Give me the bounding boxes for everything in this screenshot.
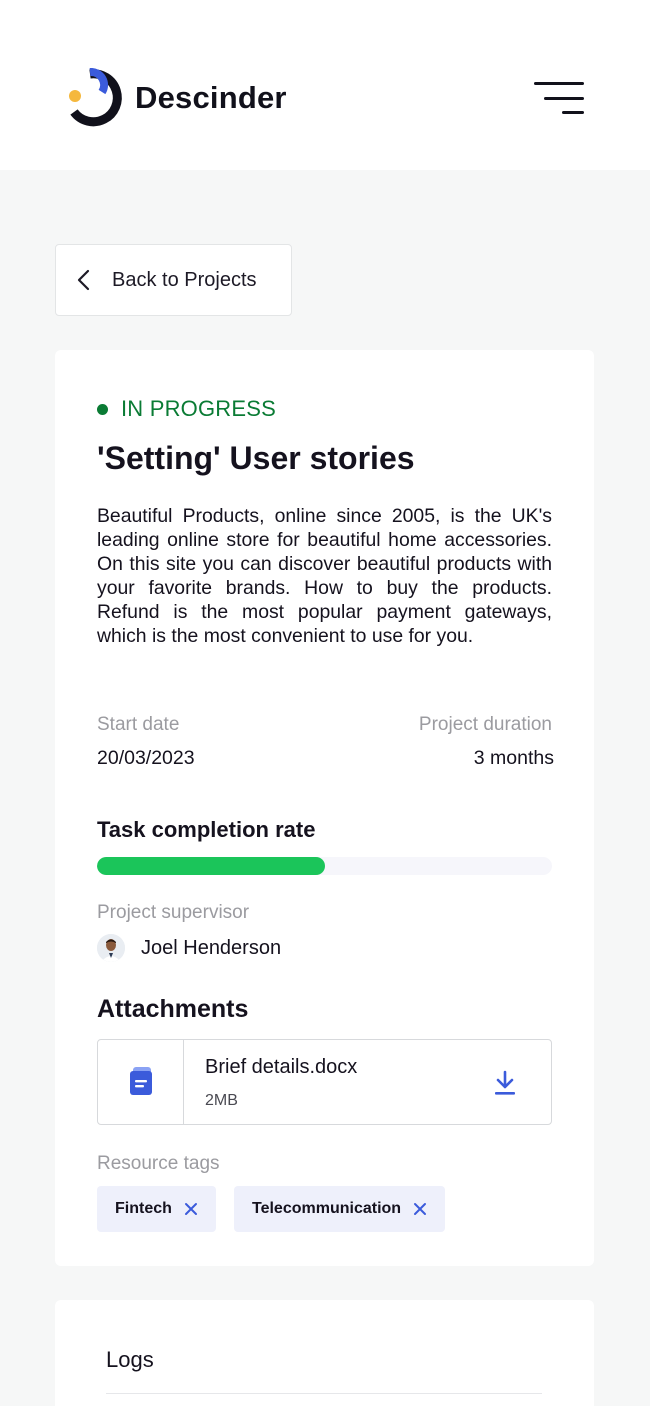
completion-progress-bar [97,857,552,875]
avatar [97,934,125,962]
chevron-left-icon [77,269,90,291]
back-label: Back to Projects [112,268,257,291]
status-badge: IN PROGRESS [97,396,276,422]
supervisor-name: Joel Henderson [141,936,282,959]
duration-value: 3 months [473,747,554,769]
tag-label: Telecommunication [252,1200,402,1217]
download-icon[interactable] [491,1069,519,1097]
close-icon[interactable] [184,1202,198,1216]
attachment-name: Brief details.docx [205,1056,358,1078]
completion-progress-fill [97,857,325,875]
project-title: 'Setting' User stories [97,440,415,476]
status-text: IN PROGRESS [121,396,277,421]
resource-tags-label: Resource tags [97,1153,220,1174]
divider [106,1393,542,1394]
attachment-item[interactable]: Brief details.docx 2MB [97,1039,552,1125]
descinder-logo-icon [69,68,122,127]
duration-label: Project duration [418,714,552,735]
logs-card: Logs [55,1300,594,1406]
attachment-size: 2MB [205,1092,238,1109]
brand-logo[interactable]: Descinder [68,68,287,128]
top-header: Descinder [0,0,650,170]
status-dot [97,403,108,415]
tag-label: Fintech [115,1200,172,1217]
back-to-projects-button[interactable]: Back to Projects [55,244,292,316]
logs-title: Logs [106,1347,154,1372]
start-date-label: Start date [97,714,180,735]
supervisor: Joel Henderson [97,934,281,962]
tag-fintech[interactable]: Fintech [97,1186,216,1232]
project-description: Beautiful Products, online since 2005, i… [97,505,552,647]
completion-title: Task completion rate [97,817,316,842]
supervisor-label: Project supervisor [97,902,250,923]
attachments-title: Attachments [97,995,249,1023]
project-details-card: IN PROGRESS 'Setting' User stories Beaut… [55,350,594,1266]
close-icon[interactable] [413,1202,427,1216]
start-date-value: 20/03/2023 [97,747,195,769]
tag-telecommunication[interactable]: Telecommunication [234,1186,446,1232]
document-icon [98,1040,184,1124]
menu-icon[interactable] [532,80,586,118]
brand-name: Descinder [135,80,287,115]
